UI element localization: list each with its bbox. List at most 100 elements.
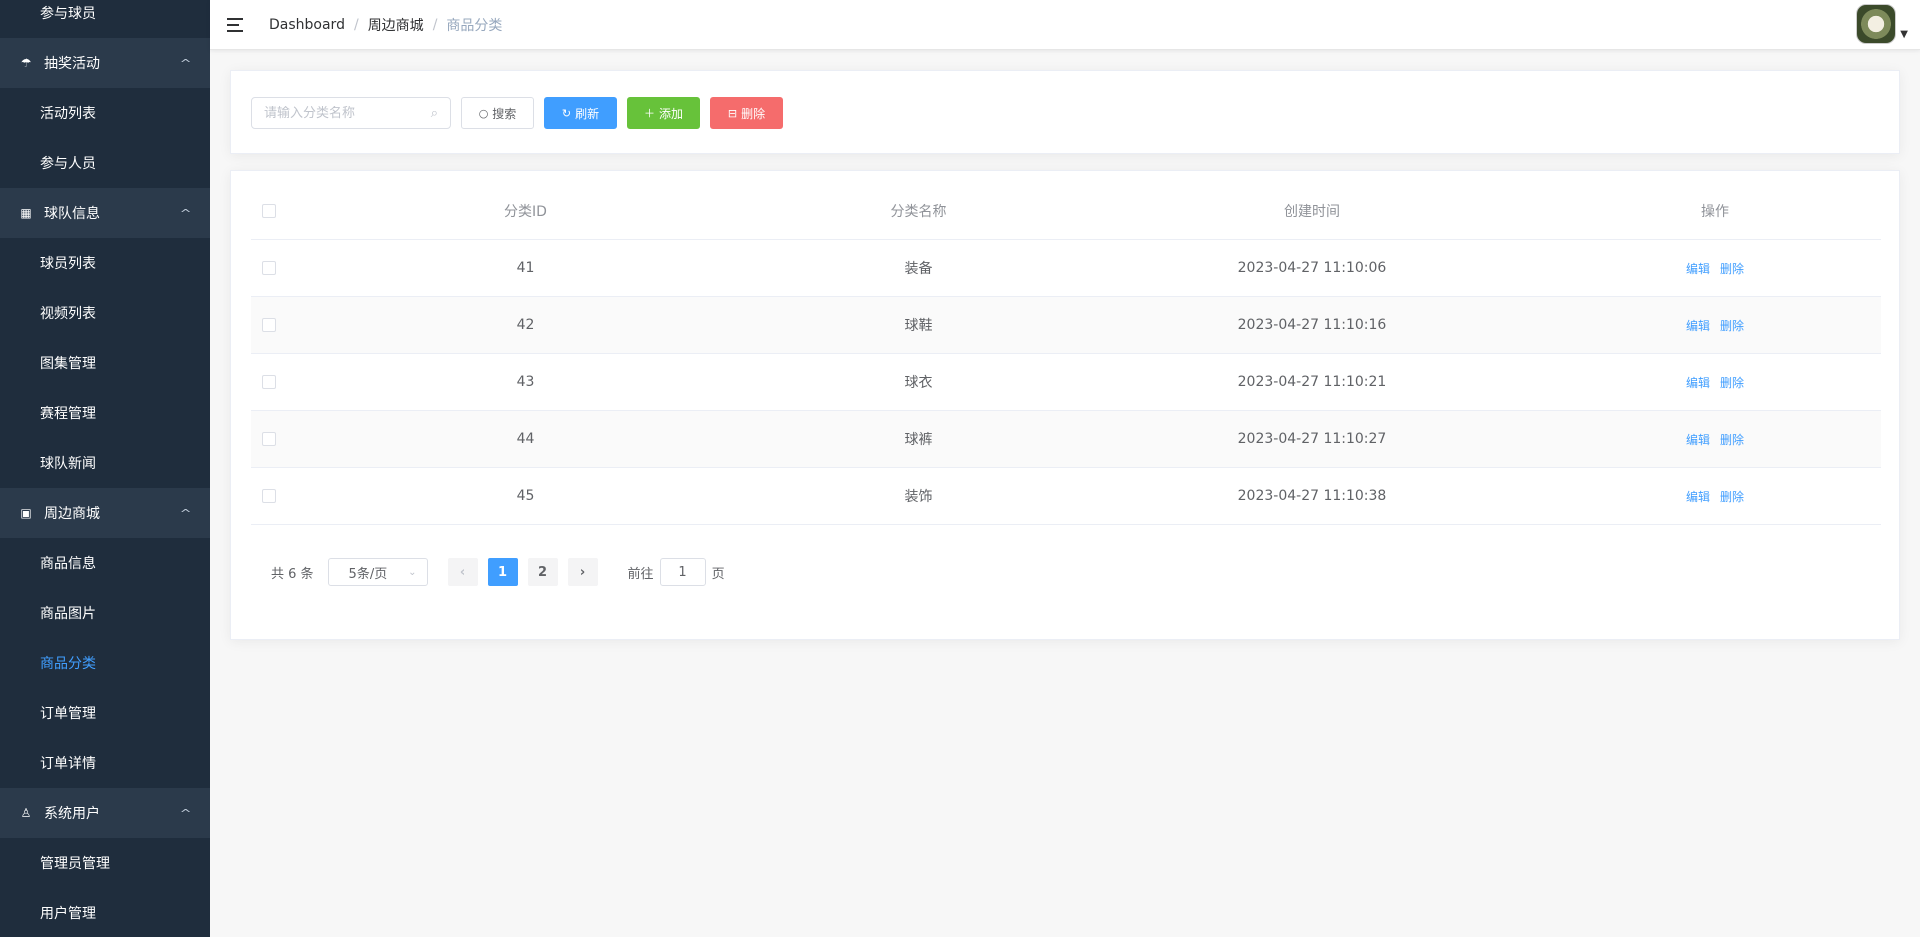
chevron-down-icon: ⌄: [408, 566, 417, 578]
delete-link[interactable]: 删除: [1720, 260, 1744, 277]
sidebar-group-10[interactable]: ▣ 周边商城 ^: [0, 488, 210, 538]
sidebar-item-13[interactable]: 商品分类: [0, 638, 210, 688]
sidebar-item-17[interactable]: 管理员管理: [0, 838, 210, 888]
delete-link[interactable]: 删除: [1720, 374, 1744, 391]
search-button[interactable]: ○ 搜索: [461, 97, 534, 129]
table-panel: 分类ID 分类名称 创建时间 操作 41 装备 2023-04-27 11:10:0…: [230, 170, 1900, 640]
breadcrumb-separator: /: [353, 16, 359, 33]
user-icon: ♙: [20, 806, 32, 820]
sidebar-group-1[interactable]: ☂ 抽奖活动 ^: [0, 38, 210, 88]
user-menu[interactable]: ▼: [1856, 4, 1908, 44]
page-size-select[interactable]: 5条/页 ⌄: [327, 558, 428, 586]
search-icon[interactable]: ⌕: [431, 106, 438, 121]
next-page-button[interactable]: ›: [567, 558, 598, 586]
cell-id: 41: [516, 260, 535, 276]
row-checkbox[interactable]: [262, 432, 276, 446]
breadcrumb-current: 商品分类: [446, 17, 503, 34]
breadcrumb-separator: /: [432, 16, 438, 33]
cell-time: 2023-04-27 11:10:21: [1237, 374, 1387, 390]
prev-page-button[interactable]: ‹: [447, 558, 478, 586]
hamburger-icon[interactable]: [227, 17, 245, 33]
cell-name: 装备: [904, 261, 933, 277]
sidebar-item-7[interactable]: 图集管理: [0, 338, 210, 388]
breadcrumb-dashboard[interactable]: Dashboard: [269, 17, 345, 33]
column-header-name: 分类名称: [890, 204, 947, 220]
cell-id: 43: [516, 374, 535, 390]
sidebar-group-4[interactable]: ▦ 球队信息 ^: [0, 188, 210, 238]
cell-id: 42: [516, 317, 535, 333]
sidebar-group-label: 系统用户: [44, 806, 100, 822]
sidebar-item-6[interactable]: 视频列表: [0, 288, 210, 338]
delete-link[interactable]: 删除: [1720, 431, 1744, 448]
edit-link[interactable]: 编辑: [1686, 374, 1710, 391]
shop-icon: ▣: [20, 506, 32, 520]
add-button[interactable]: ＋ 添加: [627, 97, 700, 129]
cell-name: 球裤: [904, 432, 933, 448]
table-row: 43 球衣 2023-04-27 11:10:21 编辑 删除: [251, 354, 1881, 411]
select-all-checkbox[interactable]: [262, 204, 276, 218]
plus-icon: ＋: [643, 107, 655, 120]
sidebar-item-8[interactable]: 赛程管理: [0, 388, 210, 438]
pagination-jumper: 前往 页: [628, 558, 725, 586]
delete-link[interactable]: 删除: [1720, 317, 1744, 334]
page-1-button[interactable]: 1: [487, 558, 518, 586]
sidebar-group-label: 球队信息: [44, 206, 100, 222]
refresh-button-label: 刷新: [575, 106, 600, 121]
sidebar-item-5[interactable]: 球员列表: [0, 238, 210, 288]
chevron-up-icon: ^: [179, 56, 192, 70]
goto-prefix: 前往: [627, 566, 654, 582]
edit-link[interactable]: 编辑: [1686, 260, 1710, 277]
sidebar-item-0[interactable]: 参与球员: [0, 0, 210, 38]
sidebar-item-3[interactable]: 参与人员: [0, 138, 210, 188]
edit-link[interactable]: 编辑: [1686, 317, 1710, 334]
cell-name: 球鞋: [904, 318, 933, 334]
cell-name: 球衣: [904, 375, 933, 391]
search-field[interactable]: ⌕: [251, 97, 451, 129]
sidebar-item-11[interactable]: 商品信息: [0, 538, 210, 588]
search-panel: ⌕ ○ 搜索 ↻ 刷新 ＋ 添加 ⊟ 删除: [230, 70, 1900, 154]
sidebar-item-12[interactable]: 商品图片: [0, 588, 210, 638]
page-2-button[interactable]: 2: [527, 558, 558, 586]
sidebar-item-9[interactable]: 球队新闻: [0, 438, 210, 488]
sidebar-group-label: 周边商城: [44, 506, 100, 522]
cell-time: 2023-04-27 11:10:16: [1237, 317, 1387, 333]
edit-link[interactable]: 编辑: [1686, 431, 1710, 448]
table-row: 41 装备 2023-04-27 11:10:06 编辑 删除: [251, 240, 1881, 297]
table-row: 42 球鞋 2023-04-27 11:10:16 编辑 删除: [251, 297, 1881, 354]
row-checkbox[interactable]: [262, 261, 276, 275]
cell-time: 2023-04-27 11:10:38: [1237, 488, 1387, 504]
sidebar-group-16[interactable]: ♙ 系统用户 ^: [0, 788, 210, 838]
sidebar-item-14[interactable]: 订单管理: [0, 688, 210, 738]
pagination: 共 6 条 5条/页 ⌄ ‹ 1 2 › 前往 页: [271, 558, 725, 586]
batch-delete-button-label: 删除: [741, 106, 766, 121]
search-button-label: 搜索: [492, 106, 517, 121]
table-row: 45 装饰 2023-04-27 11:10:38 编辑 删除: [251, 468, 1881, 525]
avatar[interactable]: [1856, 4, 1897, 44]
sidebar-group-label: 抽奖活动: [44, 56, 100, 72]
edit-link[interactable]: 编辑: [1686, 488, 1710, 505]
refresh-button[interactable]: ↻ 刷新: [544, 97, 617, 129]
column-header-id: 分类ID: [504, 204, 547, 220]
sidebar-item-15[interactable]: 订单详情: [0, 738, 210, 788]
chevron-up-icon: ^: [179, 206, 192, 220]
batch-delete-button[interactable]: ⊟ 删除: [710, 97, 783, 129]
navbar: Dashboard / 周边商城 / 商品分类 ▼: [210, 0, 1920, 50]
sidebar-item-18[interactable]: 用户管理: [0, 888, 210, 937]
breadcrumb-shop[interactable]: 周边商城: [368, 15, 424, 35]
cell-id: 45: [516, 488, 535, 504]
category-table: 分类ID 分类名称 创建时间 操作 41 装备 2023-04-27 11:10:0…: [251, 183, 1881, 525]
delete-link[interactable]: 删除: [1720, 488, 1744, 505]
umbrella-icon: ☂: [20, 56, 32, 70]
column-header-actions: 操作: [1701, 204, 1729, 220]
row-checkbox[interactable]: [262, 318, 276, 332]
row-checkbox[interactable]: [262, 375, 276, 389]
sidebar-item-2[interactable]: 活动列表: [0, 88, 210, 138]
cell-id: 44: [516, 431, 535, 447]
column-header-time: 创建时间: [1284, 204, 1340, 220]
building-icon: ▦: [20, 206, 32, 220]
caret-down-icon[interactable]: ▼: [1900, 29, 1908, 40]
search-input[interactable]: [264, 105, 431, 121]
row-checkbox[interactable]: [262, 489, 276, 503]
page-size-value: 5条/页: [348, 566, 388, 582]
goto-page-input[interactable]: [659, 558, 706, 586]
